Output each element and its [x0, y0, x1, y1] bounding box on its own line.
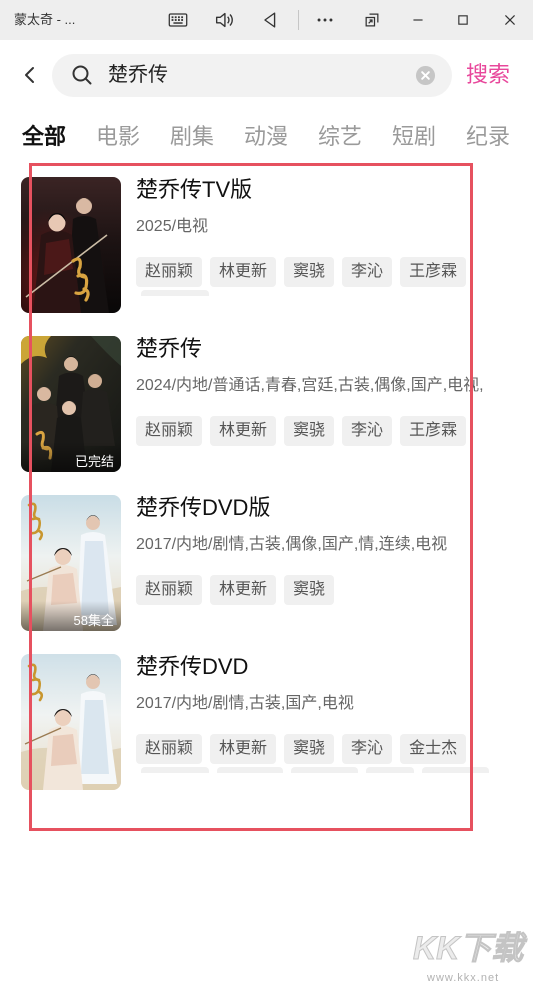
cast-tag[interactable]: 窦骁	[284, 416, 335, 446]
cast-tag[interactable]: 赵丽颖	[136, 734, 203, 764]
chevron-left-icon[interactable]	[18, 63, 42, 87]
cast-tag[interactable]: 窦骁	[284, 257, 335, 287]
result-meta: 2017/内地/剧情,古装,国产,电视	[136, 695, 354, 712]
window-title: 蒙太奇 - ...	[14, 12, 76, 27]
cast-tag[interactable]: 赵丽颖	[136, 575, 203, 605]
cast-tag[interactable]: 王彦霖	[400, 257, 467, 287]
watermark-url: www.kkx.net	[427, 972, 500, 984]
search-query-text[interactable]: 楚乔传	[108, 54, 168, 97]
cast-tags-overflow-row	[136, 290, 531, 296]
result-item[interactable]: 已完结 楚乔传 2024/内地/普通话,青春,宫廷,古装,偶像,国产,电视, 赵…	[0, 336, 533, 472]
tab-series[interactable]: 剧集	[170, 122, 214, 152]
result-info: 楚乔传DVD 2017/内地/剧情,古装,国产,电视 赵丽颖 林更新 窦骁 李沁…	[136, 654, 533, 790]
cast-tag-clipped	[366, 767, 414, 773]
tab-short-drama[interactable]: 短剧	[392, 122, 436, 152]
search-button[interactable]: 搜索	[466, 60, 510, 90]
poster-image[interactable]	[21, 654, 121, 790]
result-meta: 2024/内地/普通话,青春,宫廷,古装,偶像,国产,电视,	[136, 377, 484, 394]
clear-circle-icon[interactable]	[415, 65, 436, 86]
result-item[interactable]: 58集全 楚乔传DVD版 2017/内地/剧情,古装,偶像,国产,情,连续,电视…	[0, 495, 533, 631]
result-info: 楚乔传DVD版 2017/内地/剧情,古装,偶像,国产,情,连续,电视 赵丽颖 …	[136, 495, 533, 631]
search-icon	[71, 64, 93, 86]
cast-tag[interactable]: 李沁	[342, 416, 393, 446]
result-item[interactable]: 楚乔传TV版 2025/电视 赵丽颖 林更新 窦骁 李沁 王彦霖	[0, 177, 533, 313]
search-input[interactable]: 楚乔传	[52, 54, 452, 97]
cast-tag[interactable]: 赵丽颖	[136, 257, 203, 287]
cast-tag-clipped	[141, 290, 209, 296]
tab-all[interactable]: 全部	[22, 122, 66, 152]
tab-anime[interactable]: 动漫	[244, 122, 288, 152]
maximize-icon[interactable]	[451, 8, 475, 32]
cast-tag[interactable]: 王彦霖	[400, 416, 467, 446]
result-item[interactable]: 楚乔传DVD 2017/内地/剧情,古装,国产,电视 赵丽颖 林更新 窦骁 李沁…	[0, 654, 533, 790]
cast-tag-clipped	[291, 767, 358, 773]
cast-tags: 赵丽颖 林更新 窦骁	[136, 575, 531, 614]
minimize-icon[interactable]	[406, 8, 430, 32]
pip-icon[interactable]	[360, 8, 384, 32]
cast-tag[interactable]: 金士杰	[400, 734, 467, 764]
result-title: 楚乔传DVD版	[136, 495, 271, 520]
tab-documentary[interactable]: 纪录	[466, 122, 510, 152]
cast-tag[interactable]: 林更新	[210, 416, 277, 446]
result-title: 楚乔传DVD	[136, 654, 249, 679]
cast-tag[interactable]: 林更新	[210, 734, 277, 764]
title-bar-separator	[298, 10, 299, 30]
cast-tag-clipped	[217, 767, 283, 773]
more-icon[interactable]	[313, 8, 337, 32]
back-triangle-icon[interactable]	[258, 8, 282, 32]
cast-tag-clipped	[422, 767, 489, 773]
cast-tag[interactable]: 李沁	[342, 734, 393, 764]
cast-tag[interactable]: 窦骁	[284, 575, 335, 605]
cast-tag[interactable]: 林更新	[210, 575, 277, 605]
poster-image[interactable]: 已完结	[21, 336, 121, 472]
cast-tag[interactable]: 李沁	[342, 257, 393, 287]
cast-tag[interactable]: 窦骁	[284, 734, 335, 764]
cast-tag[interactable]: 赵丽颖	[136, 416, 203, 446]
status-badge: 已完结	[74, 454, 114, 469]
cast-tag-clipped	[141, 767, 209, 773]
result-info: 楚乔传TV版 2025/电视 赵丽颖 林更新 窦骁 李沁 王彦霖	[136, 177, 533, 313]
result-title: 楚乔传	[136, 336, 203, 361]
tab-movie[interactable]: 电影	[96, 122, 140, 152]
poster-image[interactable]	[21, 177, 121, 313]
result-info: 楚乔传 2024/内地/普通话,青春,宫廷,古装,偶像,国产,电视, 赵丽颖 林…	[136, 336, 533, 472]
cast-tags-overflow-row	[136, 767, 531, 773]
poster-image[interactable]: 58集全	[21, 495, 121, 631]
category-tabs: 全部 电影 剧集 动漫 综艺 短剧 纪录	[22, 122, 510, 152]
watermark-logo: KK下载	[412, 930, 524, 967]
episode-badge: 58集全	[73, 613, 114, 628]
tab-variety[interactable]: 综艺	[318, 122, 362, 152]
cast-tags: 赵丽颖 林更新 窦骁 李沁 金士杰	[136, 734, 531, 773]
result-meta: 2017/内地/剧情,古装,偶像,国产,情,连续,电视	[136, 536, 448, 553]
result-meta: 2025/电视	[136, 218, 209, 235]
cast-tags: 赵丽颖 林更新 窦骁 李沁 王彦霖	[136, 257, 531, 296]
volume-icon[interactable]	[212, 8, 236, 32]
keyboard-icon[interactable]	[166, 8, 190, 32]
cast-tag[interactable]: 林更新	[210, 257, 277, 287]
search-results-list: 楚乔传TV版 2025/电视 赵丽颖 林更新 窦骁 李沁 王彦霖 已完结 楚乔传…	[0, 177, 533, 813]
cast-tags: 赵丽颖 林更新 窦骁 李沁 王彦霖	[136, 416, 531, 455]
result-title: 楚乔传TV版	[136, 177, 253, 202]
window-title-bar: 蒙太奇 - ...	[0, 0, 533, 40]
close-icon[interactable]	[498, 8, 522, 32]
